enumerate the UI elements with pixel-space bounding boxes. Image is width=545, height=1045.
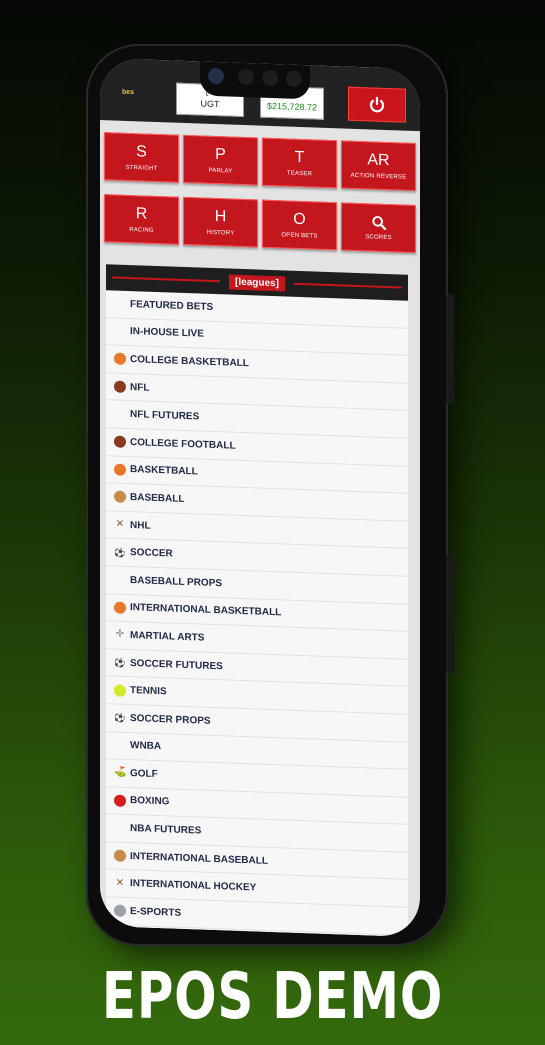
tile-letter: S xyxy=(136,143,147,161)
camera-lens xyxy=(208,67,224,85)
league-name: INTERNATIONAL BASEBALL xyxy=(130,850,268,867)
tile-label: TEASER xyxy=(286,170,313,178)
tile-open-bets[interactable]: O OPEN BETS xyxy=(262,199,337,251)
sensor-dot xyxy=(238,68,254,86)
tile-label: STRAIGHT xyxy=(125,164,158,173)
sensor-dot xyxy=(262,69,278,87)
tile-label: PARLAY xyxy=(208,167,233,175)
league-name: COLLEGE FOOTBALL xyxy=(130,436,236,452)
search-icon xyxy=(371,216,386,231)
tile-label: SCORES xyxy=(365,234,392,242)
league-name: NHL xyxy=(130,519,151,532)
bet-type-row: R RACING H HISTORY O OPEN BETS SCORES xyxy=(104,194,416,254)
leagues-header-label: [leagues] xyxy=(229,274,285,291)
tile-straight[interactable]: S STRAIGHT xyxy=(104,132,179,183)
leagues-panel: [leagues] FEATURED BETS IN-HOUSE LIVE COLL… xyxy=(106,264,408,938)
league-name: NFL xyxy=(130,381,150,394)
tile-letter: H xyxy=(214,208,227,226)
account-sub: UGT xyxy=(200,98,220,110)
football-icon xyxy=(114,435,126,449)
boxing-glove-icon xyxy=(114,794,126,807)
phone-screen: bes [A UGT $215,728.72 xyxy=(100,58,420,938)
tile-racing[interactable]: R RACING xyxy=(104,194,179,245)
basketball-icon xyxy=(114,352,126,366)
tile-label: ACTION REVERSE xyxy=(350,172,407,181)
league-list: FEATURED BETS IN-HOUSE LIVE COLLEGE BASKET… xyxy=(106,290,408,936)
league-name: MARTIAL ARTS xyxy=(130,629,205,644)
basketball-icon xyxy=(114,463,126,476)
league-name: SOCCER PROPS xyxy=(130,712,211,727)
league-name: INTERNATIONAL BASKETBALL xyxy=(130,602,282,619)
tile-letter: O xyxy=(293,210,306,229)
page-title: EPOS DEMO xyxy=(101,960,444,1034)
football-icon xyxy=(114,380,126,393)
tile-teaser[interactable]: T TEASER xyxy=(262,137,337,189)
league-name: BASEBALL PROPS xyxy=(130,574,223,589)
tile-label: RACING xyxy=(129,227,154,234)
league-name: TENNIS xyxy=(130,685,167,698)
phone-side-button xyxy=(446,554,454,674)
league-name: SOCCER xyxy=(130,547,173,560)
league-name: BASKETBALL xyxy=(130,464,198,478)
golf-icon: ⛳ xyxy=(114,766,127,779)
tile-letter: T xyxy=(294,148,305,167)
bet-type-row: S STRAIGHT P PARLAY T TEASER AR ACTION R… xyxy=(104,132,416,192)
tile-letter: R xyxy=(135,205,148,223)
martial-arts-icon: ✢ xyxy=(115,628,125,641)
esports-icon xyxy=(114,904,126,918)
brand-logo: bes xyxy=(122,89,134,96)
league-name: COLLEGE BASKETBALL xyxy=(130,354,249,370)
league-name: GOLF xyxy=(130,767,158,780)
league-name: BASEBALL xyxy=(130,492,185,505)
soccer-ball-icon: ⚽ xyxy=(114,656,126,669)
league-name: FEATURED BETS xyxy=(130,298,214,313)
tile-action-reverse[interactable]: AR ACTION REVERSE xyxy=(341,140,416,192)
baseball-glove-icon xyxy=(114,849,126,863)
balance-value: $215,728.72 xyxy=(266,100,318,113)
bet-type-grid: S STRAIGHT P PARLAY T TEASER AR ACTION R… xyxy=(104,132,416,267)
hockey-sticks-icon: ✕ xyxy=(115,877,125,889)
tile-history[interactable]: H HISTORY xyxy=(183,196,258,248)
soccer-ball-icon: ⚽ xyxy=(114,546,126,559)
logo-text: bes xyxy=(122,88,135,97)
league-name: SOCCER FUTURES xyxy=(130,657,223,672)
top-bar: bes [A UGT $215,728.72 xyxy=(100,58,420,132)
tennis-ball-icon xyxy=(114,684,126,697)
league-name: NBA FUTURES xyxy=(130,823,202,837)
logout-button[interactable] xyxy=(348,86,406,123)
baseball-glove-icon xyxy=(114,490,126,504)
league-name: E-SPORTS xyxy=(130,905,182,919)
league-name: NFL FUTURES xyxy=(130,409,200,423)
soccer-ball-icon: ⚽ xyxy=(114,711,126,725)
tile-letter: AR xyxy=(367,151,390,170)
tile-letter: P xyxy=(215,146,226,164)
power-icon xyxy=(369,96,385,113)
league-name: BOXING xyxy=(130,795,170,808)
sensor-dot xyxy=(286,70,302,88)
tile-label: HISTORY xyxy=(206,229,235,237)
tile-scores[interactable]: SCORES xyxy=(341,202,416,254)
phone-notch xyxy=(200,61,310,100)
phone-mockup: bes [A UGT $215,728.72 xyxy=(86,44,454,946)
basketball-icon xyxy=(114,601,126,614)
league-name: INTERNATIONAL HOCKEY xyxy=(130,878,257,894)
league-name: WNBA xyxy=(130,740,162,753)
tile-parlay[interactable]: P PARLAY xyxy=(183,134,258,186)
hockey-sticks-icon: ✕ xyxy=(115,518,125,530)
league-name: IN-HOUSE LIVE xyxy=(130,326,204,341)
phone-side-button xyxy=(446,294,454,404)
tile-label: OPEN BETS xyxy=(281,232,318,240)
